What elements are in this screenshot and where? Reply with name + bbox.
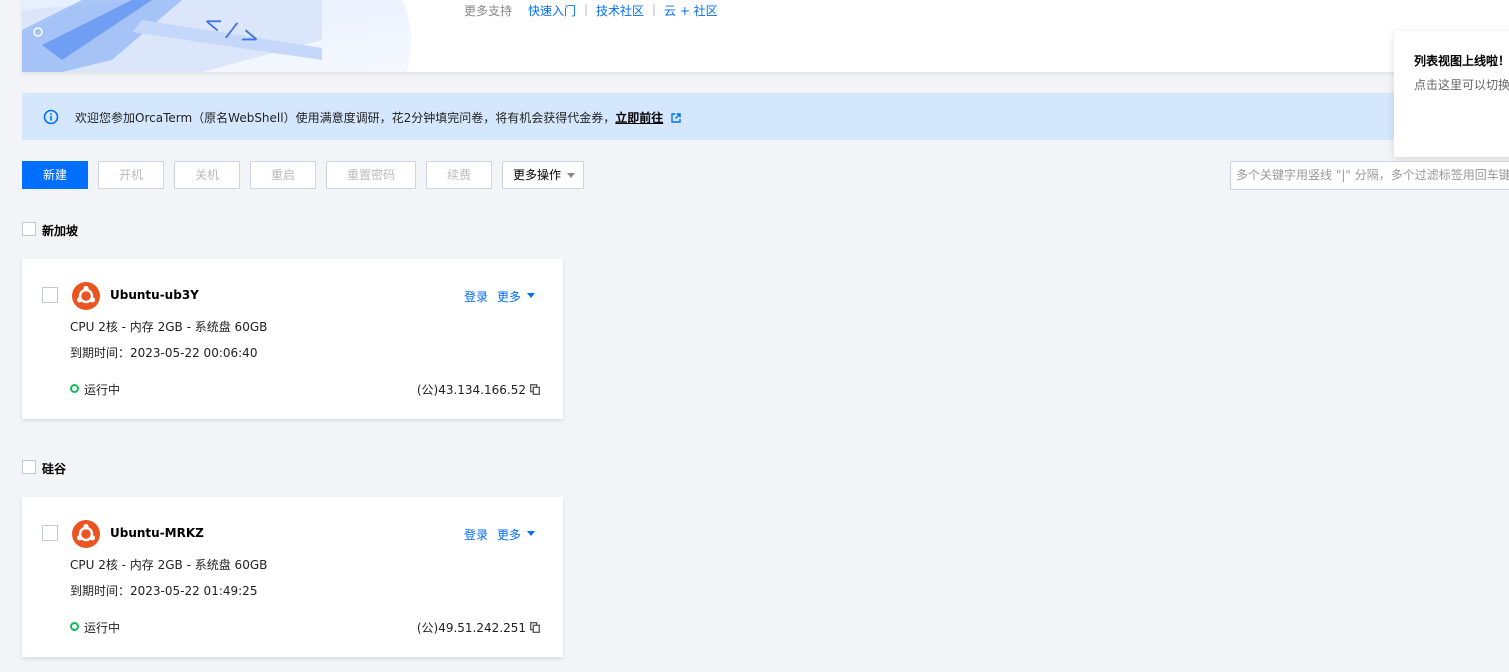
quick-start-link[interactable]: 快速入门: [528, 2, 576, 19]
external-link-icon[interactable]: [671, 113, 681, 123]
restart-button[interactable]: 重启: [250, 161, 316, 189]
ubuntu-icon: [72, 282, 100, 310]
region-checkbox-singapore[interactable]: [22, 222, 36, 236]
tech-community-link[interactable]: 技术社区: [596, 2, 644, 19]
tip-title: 列表视图上线啦！: [1414, 54, 1509, 68]
ubuntu-icon: [72, 520, 100, 548]
promo-banner: < / > 更多支持 快速入门 | 技术社区 | 云 + 社区: [22, 0, 1509, 72]
instance-checkbox[interactable]: [42, 525, 58, 541]
banner-illustration: < / >: [22, 0, 412, 72]
more-link[interactable]: 更多: [497, 288, 521, 305]
instance-card: Ubuntu-MRKZ 登录 更多 CPU 2核 - 内存 2GB - 系统盘 …: [22, 497, 563, 657]
instance-name[interactable]: Ubuntu-ub3Y: [110, 288, 199, 302]
chevron-down-icon[interactable]: [527, 531, 535, 536]
more-actions-dropdown[interactable]: 更多操作: [502, 161, 584, 189]
separator: |: [652, 2, 657, 16]
instance-status: 运行中: [84, 621, 121, 635]
separator: |: [584, 2, 589, 16]
renew-button[interactable]: 续费: [426, 161, 492, 189]
copy-icon[interactable]: [530, 384, 540, 395]
chevron-down-icon: [567, 173, 575, 178]
instance-expire-time: 到期时间：2023-05-22 01:49:25: [70, 584, 258, 598]
instance-spec: CPU 2核 - 内存 2GB - 系统盘 60GB: [70, 558, 268, 572]
survey-notice: 欢迎您参加OrcaTerm（原名WebShell）使用满意度调研，花2分钟填完问…: [22, 93, 1394, 140]
tip-text: 点击这里可以切换: [1414, 78, 1509, 92]
reset-password-button[interactable]: 重置密码: [326, 161, 416, 189]
start-button[interactable]: 开机: [98, 161, 164, 189]
new-button[interactable]: 新建: [22, 161, 88, 189]
chevron-down-icon[interactable]: [527, 293, 535, 298]
copy-icon[interactable]: [530, 622, 540, 633]
instance-checkbox[interactable]: [42, 287, 58, 303]
stop-button[interactable]: 关机: [174, 161, 240, 189]
cloud-community-link[interactable]: 云 + 社区: [664, 2, 718, 19]
public-ip: (公)49.51.242.251: [416, 621, 526, 635]
notice-text: 欢迎您参加OrcaTerm（原名WebShell）使用满意度调研，花2分钟填完问…: [75, 109, 681, 126]
public-ip: (公)43.134.166.52: [416, 383, 526, 397]
region-label-silicon-valley: 硅谷: [42, 462, 67, 476]
info-icon: [43, 109, 59, 125]
more-support-label: 更多支持: [464, 4, 513, 18]
instance-name[interactable]: Ubuntu-MRKZ: [110, 526, 204, 540]
go-now-link[interactable]: 立即前往: [615, 111, 663, 125]
notice-message: 欢迎您参加OrcaTerm（原名WebShell）使用满意度调研，花2分钟填完问…: [75, 111, 616, 125]
running-status-icon: [70, 384, 79, 393]
search-input[interactable]: 多个关键字用竖线 "|" 分隔，多个过滤标签用回车键分隔: [1230, 161, 1509, 190]
instance-card: Ubuntu-ub3Y 登录 更多 CPU 2核 - 内存 2GB - 系统盘 …: [22, 259, 563, 419]
list-view-tip: 列表视图上线啦！ 点击这里可以切换: [1394, 31, 1509, 157]
login-link[interactable]: 登录: [464, 288, 488, 305]
more-link[interactable]: 更多: [497, 526, 521, 543]
instance-status: 运行中: [84, 383, 121, 397]
more-actions-label: 更多操作: [513, 168, 562, 182]
login-link[interactable]: 登录: [464, 526, 488, 543]
running-status-icon: [70, 622, 79, 631]
instance-expire-time: 到期时间：2023-05-22 00:06:40: [70, 346, 258, 360]
instance-spec: CPU 2核 - 内存 2GB - 系统盘 60GB: [70, 320, 268, 334]
region-label-singapore: 新加坡: [42, 224, 79, 238]
region-checkbox-silicon-valley[interactable]: [22, 460, 36, 474]
